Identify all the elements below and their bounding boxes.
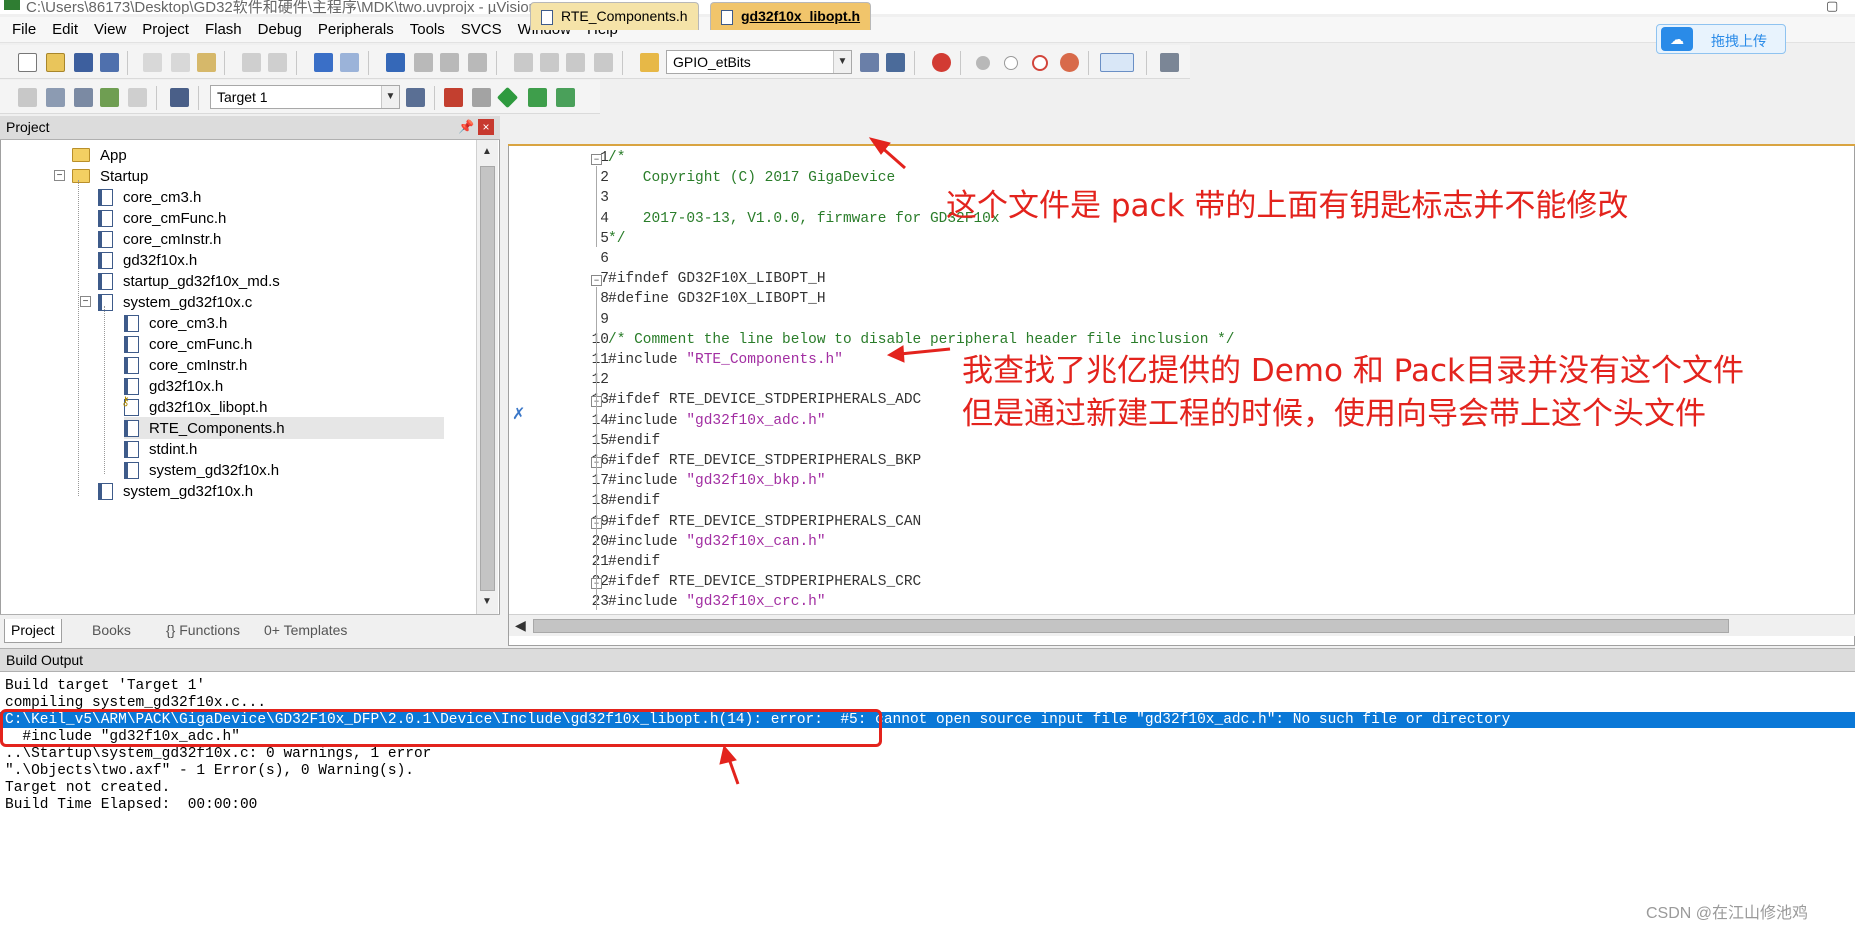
watermark: CSDN @在江山修池鸡	[1646, 905, 1809, 922]
fold-toggle-icon[interactable]: −	[591, 275, 602, 287]
annotation-arrows	[719, 137, 951, 785]
fold-guide-line	[596, 166, 597, 247]
arrow-to-include	[899, 347, 951, 356]
arrowhead-error	[719, 744, 737, 765]
arrowhead-include	[886, 345, 905, 363]
fold-guide-line	[596, 287, 597, 611]
fold-toggle-icon[interactable]: −	[591, 154, 602, 165]
